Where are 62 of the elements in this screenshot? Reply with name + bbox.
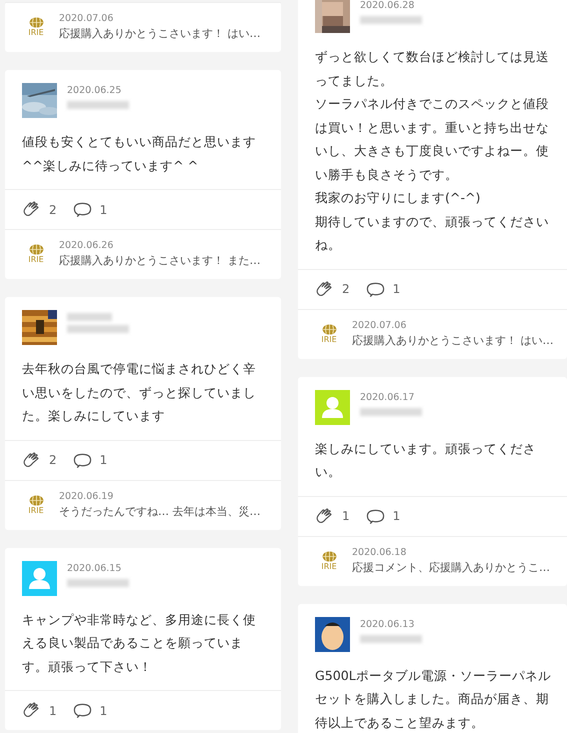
comment-text: 期待していますので、頑張ってくださいね。 [315, 212, 550, 254]
comment-button[interactable]: 1 [72, 200, 108, 219]
avatar-icon [315, 616, 350, 652]
reply-text: 応援コメント、応援購入ありかとうこ… [352, 560, 550, 576]
blurred-name [67, 101, 129, 109]
comment-date: 2020.06.25 [67, 84, 122, 97]
comment-text: ソーラパネル付きでこのスペックと値段は買い！と思います。重いと持ち出せないし、大きさも丁度良いですよねー。使い勝手も良さそうです。 [315, 95, 550, 184]
clap-icon [22, 200, 41, 219]
brand-logo-text: IRIE [28, 255, 44, 264]
globe-icon [322, 324, 336, 334]
comment-text: キャンプや非常時など、多用途に長く使える良い製品であることを願っています。頑張って下さい！ [22, 610, 257, 676]
comment-button[interactable]: 1 [366, 506, 400, 526]
speech-bubble-icon [72, 200, 92, 219]
reply-text: そうだったんですね… 去年は本当、災… [59, 504, 260, 520]
clap-icon [315, 280, 334, 298]
clap-icon [22, 701, 41, 720]
comment-text: 我家のお守りにします(^-^) [315, 189, 482, 207]
brand-logo-text: IRIE [28, 506, 44, 514]
blurred-name [360, 634, 422, 642]
reply-text: 応援購入ありかとうこさいます！ また… [59, 253, 260, 269]
brand-logo-text: IRIE [321, 562, 337, 570]
speech-bubble-icon [72, 450, 92, 470]
reply-date: 2020.07.06 [59, 12, 114, 25]
comment-button[interactable]: 1 [366, 280, 400, 298]
comment-text: G500Lポータブル電源・ソーラーパネルセットを購入しました。商品が届き、期待以上であること望みます。 [315, 666, 552, 732]
comment-text: 値段も安くとてもいい商品だと思います^^楽しみに待っています^ ^ [22, 133, 257, 174]
comment-date: 2020.06.13 [360, 618, 416, 630]
reply-date: 2020.07.06 [352, 318, 408, 332]
brand-logo-text: IRIE [321, 334, 337, 344]
clap-icon [315, 506, 334, 526]
globe-icon [322, 550, 336, 562]
speech-bubble-icon [72, 701, 92, 720]
globe-icon [28, 17, 44, 28]
comment-text: ずっと欲しくて数台ほど検討しては見送ってました。 [315, 48, 550, 90]
comment-text: 去年秋の台風で停電に悩まされひどく辛い思いをしたので、ずっと探していました。楽しみにしています [22, 360, 257, 425]
comment-button[interactable]: 1 [72, 450, 108, 470]
clap-icon [22, 450, 41, 470]
comment-text: 楽しみにしています。頑張ってください。 [315, 440, 537, 481]
reply-date: 2020.06.26 [59, 239, 114, 252]
blurred-name [360, 408, 422, 416]
clap-button[interactable]: 2 [22, 200, 57, 219]
clap-button[interactable]: 1 [22, 701, 57, 720]
comment-date: 2020.06.15 [67, 562, 122, 574]
blurred-text [67, 313, 112, 321]
globe-icon [28, 494, 44, 506]
clap-button[interactable]: 1 [315, 506, 350, 526]
clap-button[interactable]: 2 [315, 280, 350, 298]
reply-text: 応援購入ありかとうこさいます！ はい… [59, 26, 260, 42]
speech-bubble-icon [366, 280, 385, 298]
reply-date: 2020.06.18 [352, 546, 408, 558]
reply-text: 応援購入ありかとうこさいます！ はい… [352, 332, 554, 348]
speech-bubble-icon [366, 506, 385, 526]
blurred-name [67, 578, 129, 586]
blurred-name [360, 16, 422, 24]
blurred-name [67, 325, 129, 333]
reply-date: 2020.06.19 [59, 490, 114, 502]
globe-icon [28, 244, 44, 255]
comment-button[interactable]: 1 [72, 701, 108, 720]
brand-logo-text: IRIE [28, 28, 44, 37]
clap-button[interactable]: 2 [22, 450, 57, 470]
comment-date: 2020.06.28 [360, 0, 416, 12]
comment-date: 2020.06.17 [360, 390, 416, 404]
